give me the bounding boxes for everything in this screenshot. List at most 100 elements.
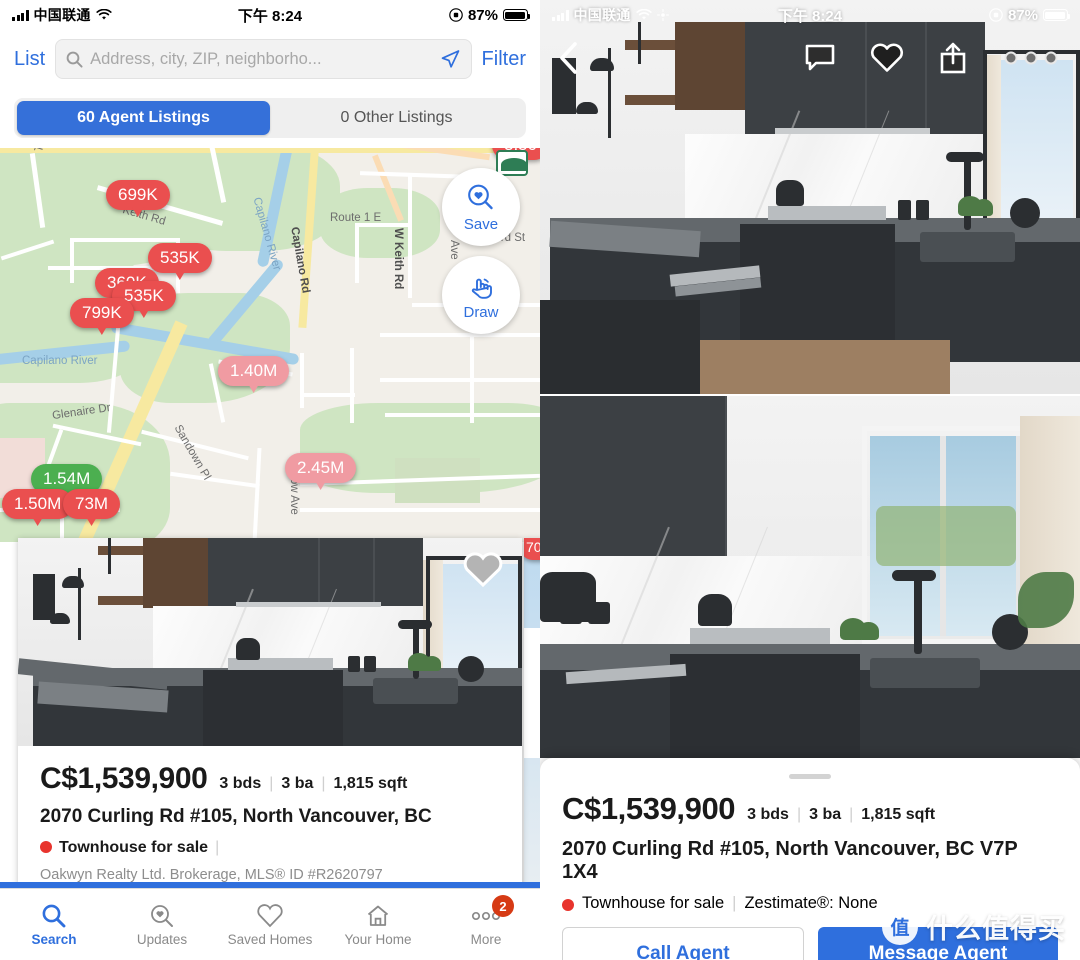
chevron-left-icon[interactable] (556, 41, 582, 75)
status-dot-icon (562, 898, 574, 911)
detail-beds: 3 bds (747, 806, 789, 823)
status-bar-time: 下午 8:24 (237, 7, 303, 25)
map-street (380, 333, 540, 337)
map-label: Ave (448, 240, 460, 260)
status-bar-right: 87% (902, 7, 1080, 24)
status-dot-icon (40, 841, 52, 853)
listing-beds: 3 bds (219, 775, 262, 792)
map-street (408, 173, 412, 298)
tab-updates[interactable]: Updates (108, 889, 216, 960)
save-button-label: Save (463, 215, 499, 233)
right-screen-listing-detail: 中国联通 下午 8:24 87% C$1,539,900 3 bds | 3 b… (540, 0, 1080, 960)
share-icon[interactable] (938, 41, 968, 75)
map-street (300, 353, 304, 408)
draw-button-label: Draw (463, 303, 499, 321)
listing-status: Townhouse for sale (59, 839, 209, 856)
map-street (380, 378, 540, 382)
call-agent-button[interactable]: Call Agent (562, 927, 804, 960)
detail-status: Townhouse for sale (582, 894, 725, 912)
tab-agent-listings[interactable]: 60 Agent Listings (17, 101, 270, 135)
signal-bars-icon (12, 9, 29, 21)
tab-label: Saved Homes (227, 931, 313, 947)
map-price-pin[interactable]: 73M (63, 489, 121, 526)
detail-photo-secondary[interactable] (540, 396, 1080, 758)
listing-baths: 3 ba (281, 775, 314, 792)
watermark-text: 什么值得买 (926, 914, 1066, 944)
tab-label: More (470, 931, 502, 947)
tab-other-listings[interactable]: 0 Other Listings (270, 101, 523, 135)
listing-card-body: C$1,539,900 3 bds | 3 ba | 1,815 sqft 20… (18, 746, 522, 885)
detail-baths: 3 ba (809, 806, 842, 823)
tab-saved-homes[interactable]: Saved Homes (216, 889, 324, 960)
sheet-drag-handle[interactable] (789, 774, 831, 779)
save-search-button[interactable]: Save (442, 168, 520, 246)
watermark: 值 什么值得买 (882, 907, 1066, 946)
status-bar-right: 87% (362, 7, 540, 24)
map-price-pin[interactable]: 535K (148, 243, 212, 280)
map-price-pin[interactable]: 70M (524, 538, 540, 560)
navigation-arrow-icon[interactable] (439, 48, 461, 70)
listing-card[interactable]: C$1,539,900 3 bds | 3 ba | 1,815 sqft 20… (18, 538, 522, 888)
map-label: W Keith Rd (392, 228, 404, 290)
tab-search[interactable]: Search (0, 889, 108, 960)
detail-price-row: C$1,539,900 3 bds | 3 ba | 1,815 sqft (562, 791, 1058, 827)
tab-more[interactable]: 2 More (432, 889, 540, 960)
comment-icon[interactable] (804, 43, 836, 73)
map-street (300, 393, 355, 397)
facts-divider: | (269, 775, 274, 792)
status-bar-left: 中国联通 (0, 5, 178, 25)
kitchen-photo-illustration (540, 396, 1080, 758)
wifi-icon (96, 9, 112, 20)
signal-bars-icon (552, 9, 569, 21)
detail-zestimate: Zestimate®: None (744, 894, 878, 912)
map-price-pin[interactable]: 1.40M (218, 356, 290, 393)
listing-price: C$1,539,900 (40, 762, 208, 795)
tab-label: Updates (136, 931, 188, 947)
map-price-pin[interactable]: 699K (106, 180, 170, 217)
status-divider: | (732, 894, 737, 912)
listings-segmented-control: 60 Agent Listings 0 Other Listings (14, 98, 526, 138)
map-price-pin[interactable]: 2.45M (285, 453, 357, 490)
tab-your-home[interactable]: Your Home (324, 889, 432, 960)
listing-sqft: 1,815 sqft (333, 775, 408, 792)
bottom-tab-bar: Search Updates Saved Homes Your Home 2 M… (0, 888, 540, 960)
carrier-label: 中国联通 (33, 7, 91, 23)
status-bar: 中国联通 下午 8:24 87% (0, 0, 540, 30)
tab-label: Search (31, 931, 77, 947)
heart-icon[interactable] (870, 42, 904, 74)
search-header: List Address, city, ZIP, neighborho... F… (0, 30, 540, 88)
list-view-button[interactable]: List (14, 48, 45, 71)
search-icon (42, 904, 66, 927)
detail-top-bar (540, 30, 1080, 86)
battery-percent-label: 87% (1007, 6, 1038, 24)
draw-button[interactable]: Draw (442, 256, 520, 334)
map-street (252, 447, 262, 542)
search-icon (66, 51, 83, 68)
map-street (470, 333, 474, 423)
draw-hand-icon (471, 278, 492, 299)
carrier-label: 中国联通 (573, 7, 631, 23)
status-bar: 中国联通 下午 8:24 87% (540, 0, 1080, 30)
facts-divider: | (321, 775, 326, 792)
detail-facts: 3 bds | 3 ba | 1,815 sqft (747, 806, 935, 824)
search-input[interactable]: Address, city, ZIP, neighborho... (55, 39, 472, 79)
detail-action-icons (804, 41, 1064, 75)
favorite-heart-icon[interactable] (462, 550, 504, 588)
next-listing-card-peek[interactable]: 70M (524, 538, 540, 888)
map-price-pin[interactable]: 799K (70, 298, 134, 335)
map-label: Route 1 E (330, 212, 382, 224)
map-street (70, 238, 180, 242)
detail-address: 2070 Curling Rd #105, North Vancouver, B… (562, 838, 1018, 883)
left-screen-zillow-map: 中国联通 下午 8:24 87% List Address, city, ZIP… (0, 0, 540, 960)
more-dots-icon[interactable] (1002, 48, 1060, 68)
facts-divider: | (796, 806, 802, 823)
brightness-icon (656, 9, 669, 21)
map-canvas[interactable]: Third St Keith Rd Capilano River Capilan… (0, 148, 540, 542)
heart-icon (257, 903, 283, 927)
wifi-icon (636, 9, 652, 20)
map-highway-shield-icon (496, 150, 528, 176)
filter-button[interactable]: Filter (482, 48, 526, 71)
listing-photo[interactable] (18, 538, 522, 746)
battery-icon (502, 9, 531, 21)
listing-price-row: C$1,539,900 3 bds | 3 ba | 1,815 sqft (40, 762, 500, 796)
